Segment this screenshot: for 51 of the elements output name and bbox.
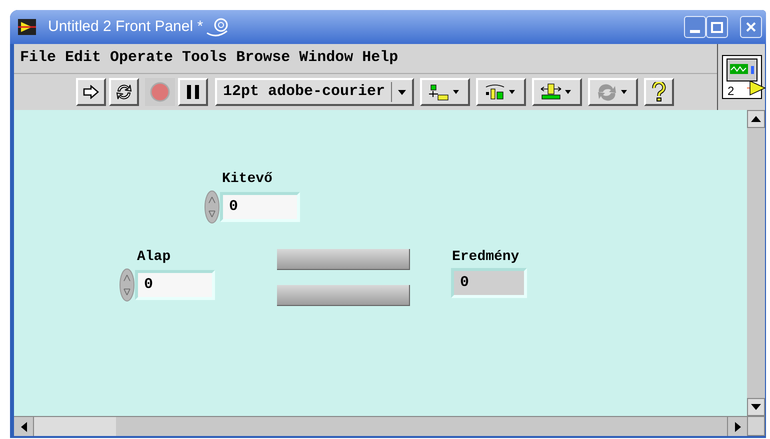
close-button[interactable] — [740, 16, 762, 38]
help-button[interactable] — [644, 78, 674, 106]
down-arrow-icon — [751, 404, 761, 410]
menu-item[interactable]: Help — [362, 47, 398, 70]
increment-decrement-icon[interactable] — [119, 268, 135, 302]
control-label: Eredmény — [452, 248, 520, 266]
maximize-icon — [711, 22, 723, 32]
menu-item[interactable]: Edit — [65, 47, 102, 70]
run-button[interactable] — [76, 78, 106, 106]
cycle-arrows-icon — [115, 83, 133, 101]
menu-item[interactable]: Tools — [182, 47, 228, 70]
maximize-button[interactable] — [706, 16, 728, 38]
vi-glyph-icon — [744, 80, 766, 96]
minimize-icon — [690, 30, 700, 33]
arrow-icon — [83, 85, 99, 99]
scrollbar-corner — [747, 416, 765, 436]
pause-button[interactable] — [178, 78, 208, 106]
reorder-dropdown[interactable] — [588, 78, 638, 106]
scroll-up-button[interactable] — [747, 110, 765, 128]
right-arrow-icon — [734, 422, 740, 432]
increment-decrement-icon[interactable] — [204, 190, 220, 224]
close-icon — [746, 22, 756, 32]
numeric-control[interactable]: 0 — [135, 270, 215, 300]
scroll-down-button[interactable] — [747, 398, 765, 416]
pause-icon — [187, 85, 199, 99]
align-dropdown[interactable] — [420, 78, 470, 106]
vertical-scrollbar[interactable] — [747, 110, 765, 416]
menu-item[interactable]: Operate — [110, 47, 174, 70]
scroll-thumb[interactable] — [34, 417, 116, 436]
up-arrow-icon — [751, 116, 761, 122]
numeric-control[interactable]: 0 — [220, 192, 300, 222]
minimize-button[interactable] — [684, 16, 706, 38]
run-continuously-button[interactable] — [109, 78, 139, 106]
connector-label: 2 — [728, 85, 734, 97]
resize-dropdown[interactable] — [532, 78, 582, 106]
dropdown-arrow-icon — [398, 90, 406, 94]
horizontal-scrollbar[interactable] — [14, 416, 747, 436]
stop-icon — [150, 82, 170, 102]
help-icon — [652, 82, 666, 102]
vi-icon-drawing — [726, 58, 760, 82]
font-dropdown[interactable]: 12pt adobe-courier — [215, 78, 414, 106]
left-arrow-icon — [20, 422, 26, 432]
window-title: Untitled 2 Front Panel * — [48, 16, 204, 37]
control-label: Alap — [137, 248, 172, 266]
menu-item[interactable]: File — [20, 47, 56, 70]
control-label: Kitevő — [222, 170, 274, 188]
menu-item[interactable]: Browse — [236, 47, 290, 70]
menu-item[interactable]: Window — [299, 47, 354, 70]
app-icon — [18, 19, 36, 35]
numeric-indicator: 0 — [451, 268, 527, 298]
distribute-dropdown[interactable] — [476, 78, 526, 106]
